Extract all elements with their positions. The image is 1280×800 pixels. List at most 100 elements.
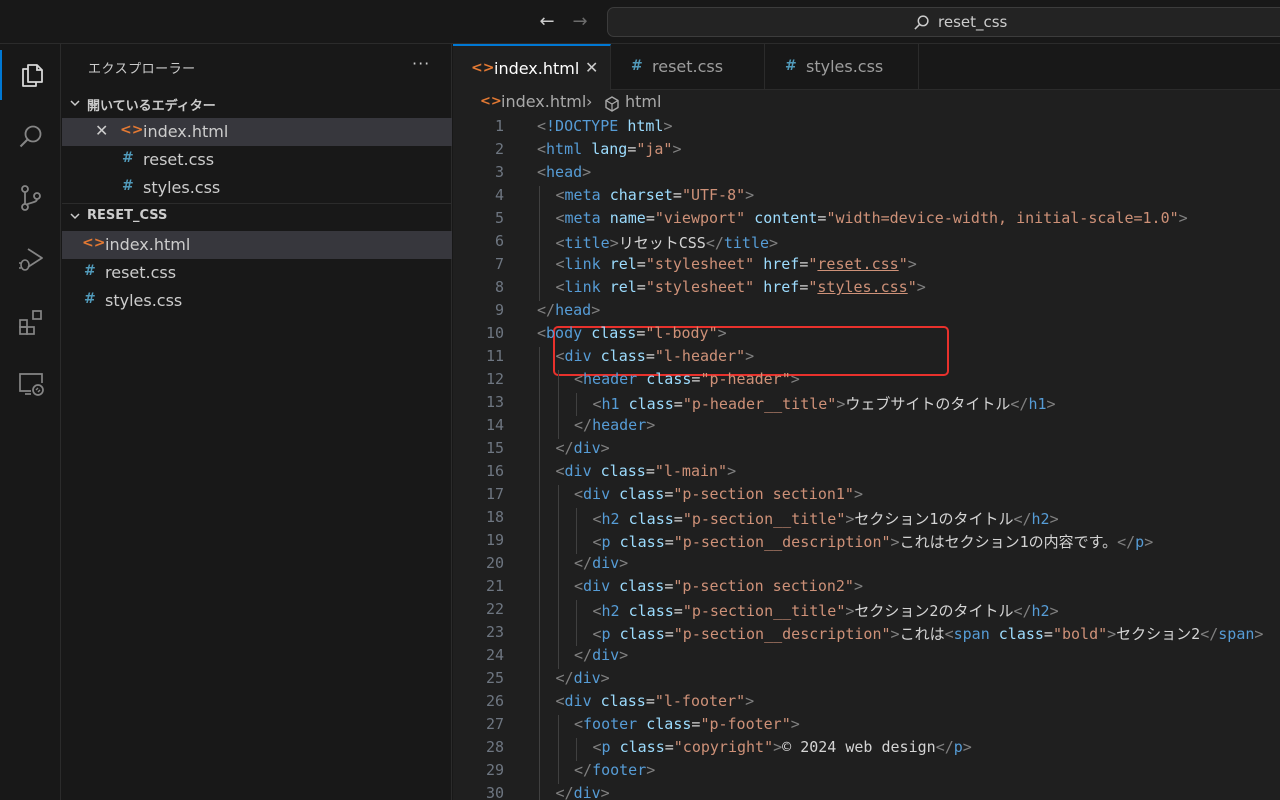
indent-guide [557, 554, 559, 577]
code-token: これはセクション1の内容です。 [899, 533, 1118, 551]
command-center[interactable]: reset_css [607, 7, 1280, 37]
code-token: < [944, 625, 954, 643]
indent-guide [539, 577, 540, 600]
code-token: class [600, 692, 646, 710]
code-line[interactable]: 22 <h2 class="p-section__title">セクション2のタイ… [453, 600, 1280, 623]
code-token: </ [935, 738, 954, 756]
code-token: "l-main" [654, 462, 728, 480]
code-token: h2 [1031, 510, 1050, 528]
close-icon[interactable]: ✕ [95, 121, 108, 140]
code-line[interactable]: 2 <html lang="ja"> [453, 140, 1280, 163]
code-line[interactable]: 23 <p class="p-section__description">これは<… [453, 623, 1280, 646]
code-line[interactable]: 19 <p class="p-section__description">これはセ… [453, 531, 1280, 554]
workspace-file-item[interactable]: # reset.css [62, 259, 452, 287]
tab-reset-css[interactable]: # reset.css [611, 44, 765, 90]
code-token: footer [592, 761, 647, 779]
code-token: < [555, 186, 565, 204]
code-token: title [564, 234, 610, 252]
code-token: < [574, 370, 584, 388]
code-editor[interactable]: 1 <!DOCTYPE html> 2 <html lang="ja"> 3 <head>… [453, 117, 1280, 800]
code-line[interactable]: 17 <div class="p-section section1"> [453, 485, 1280, 508]
code-token: " [898, 255, 908, 273]
activity-run-debug[interactable] [0, 234, 61, 284]
breadcrumb-element[interactable]: html [625, 92, 661, 111]
code-token: "p-section__title" [682, 510, 846, 528]
forward-arrow-icon[interactable]: → [568, 10, 592, 34]
code-line[interactable]: 27 <footer class="p-footer"> [453, 715, 1280, 738]
line-number: 11 [485, 347, 504, 365]
code-token: < [574, 715, 584, 733]
code-line[interactable]: 24 </div> [453, 646, 1280, 669]
code-token: > [619, 646, 629, 664]
code-line[interactable]: 12 <header class="p-header"> [453, 370, 1280, 393]
code-text: </footer> [574, 761, 655, 779]
activity-remote-explorer[interactable] [0, 359, 61, 409]
indent-guide [557, 416, 559, 439]
code-text: <!DOCTYPE html> [537, 117, 672, 135]
tab-styles-css[interactable]: # styles.css [765, 44, 919, 90]
code-line[interactable]: 26 <div class="l-footer"> [453, 692, 1280, 715]
close-icon[interactable]: ✕ [585, 58, 598, 77]
section-open-editors[interactable]: 開いているエディター [62, 92, 452, 116]
open-editor-item[interactable]: ✕ <> index.html [62, 118, 452, 146]
code-line[interactable]: 21 <div class="p-section section2"> [453, 577, 1280, 600]
code-line[interactable]: 9 </head> [453, 301, 1280, 324]
code-line[interactable]: 1 <!DOCTYPE html> [453, 117, 1280, 140]
code-line[interactable]: 15 </div> [453, 439, 1280, 462]
code-line[interactable]: 7 <link rel="stylesheet" href="reset.css"… [453, 255, 1280, 278]
code-line[interactable]: 18 <h2 class="p-section__title">セクション1のタイ… [453, 508, 1280, 531]
code-text: </div> [574, 554, 628, 572]
activity-search[interactable] [0, 112, 61, 162]
breadcrumb-file[interactable]: index.html [501, 92, 586, 111]
code-token: = [1043, 625, 1053, 643]
open-editor-item[interactable]: # styles.css [62, 174, 452, 202]
line-number: 16 [485, 462, 504, 480]
section-workspace[interactable]: RESET_CSS [62, 205, 452, 229]
code-line[interactable]: 14 </header> [453, 416, 1280, 439]
code-token: "bold" [1052, 625, 1108, 643]
code-line[interactable]: 10 <body class="l-body"> [453, 324, 1280, 347]
code-token: = [664, 533, 674, 551]
code-line[interactable]: 28 <p class="copyright">© 2024 web design… [453, 738, 1280, 761]
more-actions-icon[interactable]: ··· [412, 54, 430, 73]
code-line[interactable]: 5 <meta name="viewport" content="width=de… [453, 209, 1280, 232]
breadcrumb: <> index.html › html [453, 91, 1280, 115]
code-token: < [555, 209, 565, 227]
open-editor-item[interactable]: # reset.css [62, 146, 452, 174]
tab-index-html[interactable]: <> index.html ✕ [453, 44, 611, 90]
code-token: footer [583, 715, 638, 733]
code-line[interactable]: 16 <div class="l-main"> [453, 462, 1280, 485]
code-text: <div class="p-section section2"> [574, 577, 863, 595]
indent-guide [539, 370, 540, 393]
code-line[interactable]: 30 </div> [453, 784, 1280, 800]
code-token: = [673, 602, 683, 620]
chevron-down-icon [70, 100, 80, 107]
code-line[interactable]: 4 <meta charset="UTF-8"> [453, 186, 1280, 209]
code-line[interactable]: 29 </footer> [453, 761, 1280, 784]
code-line[interactable]: 20 </div> [453, 554, 1280, 577]
code-line[interactable]: 8 <link rel="stylesheet" href="styles.css… [453, 278, 1280, 301]
activity-explorer[interactable] [0, 50, 61, 100]
activity-source-control[interactable] [0, 173, 61, 223]
code-line[interactable]: 3 <head> [453, 163, 1280, 186]
line-number: 29 [485, 761, 504, 779]
code-line[interactable]: 13 <h1 class="p-header__title">ウェブサイトのタイト… [453, 393, 1280, 416]
code-token: </ [1117, 533, 1136, 551]
code-token: < [555, 692, 565, 710]
workspace-file-item[interactable]: # styles.css [62, 287, 452, 315]
code-line[interactable]: 6 <title>リセットCSS</title> [453, 232, 1280, 255]
code-line[interactable]: 25 </div> [453, 669, 1280, 692]
code-line[interactable]: 11 <div class="l-header"> [453, 347, 1280, 370]
code-text: </header> [574, 416, 655, 434]
back-arrow-icon[interactable]: ← [535, 10, 559, 34]
code-token[interactable]: reset.css [817, 255, 898, 273]
code-token[interactable]: styles.css [817, 278, 907, 296]
workspace-file-item[interactable]: <> index.html [62, 231, 452, 259]
code-token: div [564, 347, 592, 365]
code-token: h2 [601, 510, 620, 528]
activity-extensions[interactable] [0, 297, 61, 347]
code-text: </head> [537, 301, 600, 319]
indent-guide [539, 416, 540, 439]
